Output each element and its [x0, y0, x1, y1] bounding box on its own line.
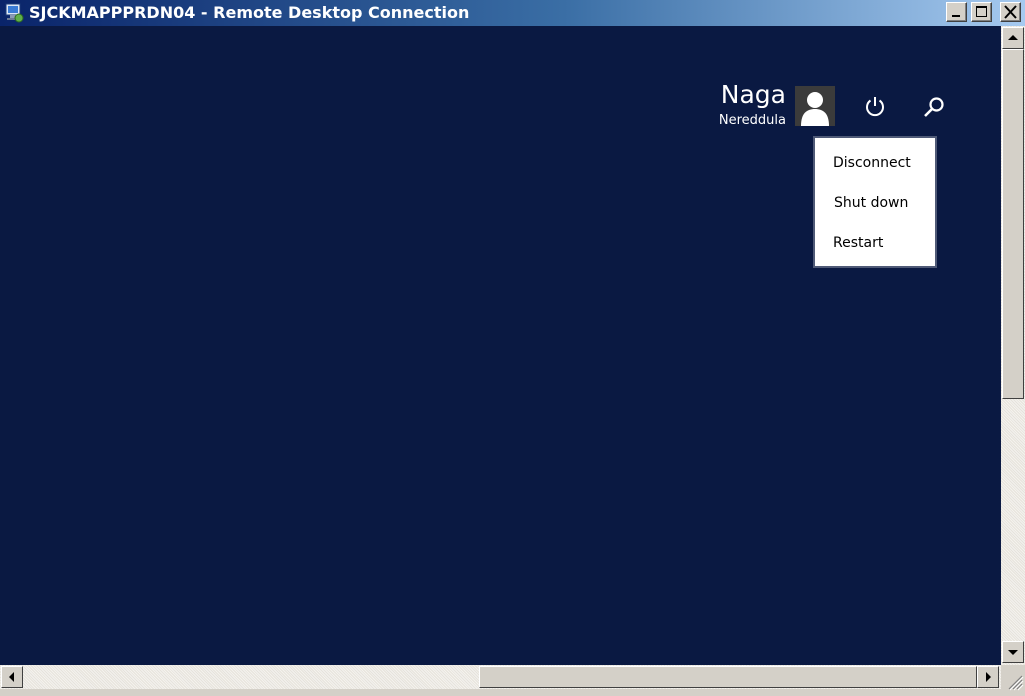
minimize-icon [952, 15, 960, 17]
maximize-icon [976, 6, 987, 17]
user-last-name[interactable]: Nereddula [719, 113, 786, 128]
search-icon[interactable] [923, 96, 945, 118]
scroll-down-button[interactable] [1002, 641, 1024, 663]
scroll-left-button[interactable] [1, 666, 23, 688]
remote-desktop-icon [3, 3, 25, 23]
horizontal-scrollbar[interactable] [0, 665, 1001, 689]
close-button[interactable] [1000, 2, 1021, 22]
user-first-name[interactable]: Naga [721, 80, 786, 109]
arrow-down-icon [1008, 650, 1018, 655]
arrow-up-icon [1008, 35, 1018, 40]
maximize-button[interactable] [971, 2, 992, 22]
window-titlebar[interactable]: SJCKMAPPPRDN04 - Remote Desktop Connecti… [0, 0, 1025, 26]
arrow-left-icon [9, 672, 14, 682]
power-icon[interactable] [864, 95, 886, 117]
remote-desktop-screen[interactable]: Naga Nereddula Disconnect Shut down Rest… [0, 26, 1001, 665]
menu-item-restart[interactable]: Restart [815, 225, 935, 261]
vertical-scrollbar[interactable] [1001, 26, 1025, 665]
power-menu: Disconnect Shut down Restart [813, 136, 937, 268]
minimize-button[interactable] [946, 2, 967, 22]
resize-grip-icon[interactable] [1001, 665, 1025, 692]
scroll-right-button[interactable] [977, 666, 999, 688]
arrow-right-icon [986, 672, 991, 682]
user-avatar-icon[interactable] [795, 86, 835, 126]
menu-item-disconnect[interactable]: Disconnect [815, 145, 935, 181]
window-title: SJCKMAPPPRDN04 - Remote Desktop Connecti… [29, 3, 470, 22]
menu-item-shut-down[interactable]: Shut down [815, 185, 935, 221]
vertical-scroll-thumb[interactable] [1002, 49, 1024, 399]
scroll-up-button[interactable] [1002, 27, 1024, 49]
horizontal-scroll-thumb[interactable] [479, 666, 977, 688]
close-icon [1004, 5, 1017, 19]
